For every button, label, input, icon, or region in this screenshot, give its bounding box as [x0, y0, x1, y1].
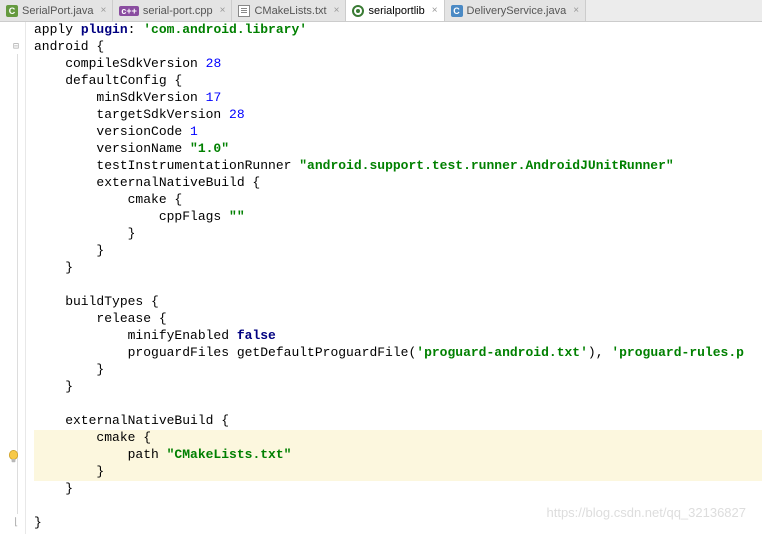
tab-label: DeliveryService.java — [467, 5, 567, 17]
java-class-icon: C — [6, 5, 18, 17]
tab-serialportlib[interactable]: serialportlib × — [346, 0, 444, 21]
java-class-icon: C — [451, 5, 463, 17]
gutter: ⊟ ⌊ — [0, 22, 26, 534]
close-icon[interactable]: × — [101, 5, 107, 16]
close-icon[interactable]: × — [220, 5, 226, 16]
tab-label: SerialPort.java — [22, 5, 94, 17]
cpp-icon: c++ — [119, 6, 139, 16]
code-editor[interactable]: ⊟ ⌊ apply plugin: 'com.android.library' … — [0, 22, 762, 534]
tab-serialport-java[interactable]: C SerialPort.java × — [0, 0, 113, 21]
close-icon[interactable]: × — [573, 5, 579, 16]
text-file-icon — [238, 5, 250, 17]
tab-label: CMakeLists.txt — [254, 5, 326, 17]
fold-line — [17, 54, 18, 514]
gradle-icon — [352, 5, 364, 17]
tab-label: serialportlib — [368, 5, 424, 17]
editor-tabs: C SerialPort.java × c++ serial-port.cpp × CM… — [0, 0, 762, 22]
tab-cmakelists[interactable]: CMakeLists.txt × — [232, 0, 346, 21]
tab-label: serial-port.cpp — [143, 5, 213, 17]
tab-deliveryservice[interactable]: C DeliveryService.java × — [445, 0, 587, 21]
close-icon[interactable]: × — [432, 5, 438, 16]
close-icon[interactable]: × — [334, 5, 340, 16]
code-area[interactable]: apply plugin: 'com.android.library' andr… — [26, 22, 762, 534]
intention-bulb-icon[interactable] — [8, 450, 19, 464]
fold-toggle-icon[interactable]: ⊟ — [13, 41, 19, 53]
fold-end-icon: ⌊ — [13, 517, 19, 529]
tab-serial-port-cpp[interactable]: c++ serial-port.cpp × — [113, 0, 232, 21]
